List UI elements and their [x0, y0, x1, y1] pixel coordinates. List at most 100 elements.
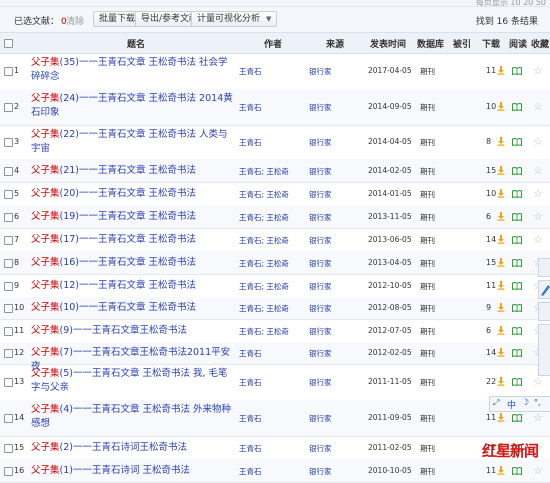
source-link[interactable]: 银行家: [309, 303, 332, 314]
col-title[interactable]: 题名: [127, 37, 145, 50]
row-checkbox[interactable]: [4, 259, 13, 268]
author-link[interactable]: 王青石; 王松奇: [239, 235, 289, 246]
batch-download-button[interactable]: 批量下载: [93, 11, 142, 27]
row-checkbox[interactable]: [4, 67, 13, 76]
select-all-checkbox[interactable]: [4, 39, 13, 48]
row-checkbox[interactable]: [4, 282, 13, 291]
row-checkbox[interactable]: [4, 103, 13, 112]
download-icon[interactable]: [497, 166, 505, 175]
row-checkbox[interactable]: [4, 213, 13, 222]
author-link[interactable]: 王青石: [239, 348, 262, 359]
ime-punct-toggle[interactable]: °,: [534, 398, 541, 407]
author-link[interactable]: 王青石; 王松奇: [239, 166, 289, 177]
author-link[interactable]: 王青石; 王松奇: [239, 303, 289, 314]
result-title-link[interactable]: 父子集(10)一一王青石文章 王松奇书法: [31, 301, 235, 315]
source-link[interactable]: 银行家: [309, 413, 332, 424]
favorite-star-icon[interactable]: ☆: [533, 234, 543, 245]
ime-chinese-toggle[interactable]: 中: [507, 398, 516, 411]
favorite-star-icon[interactable]: ☆: [533, 412, 543, 423]
source-link[interactable]: 银行家: [309, 466, 332, 477]
author-link[interactable]: 王青石: [239, 102, 262, 113]
col-database[interactable]: 数据库: [417, 37, 444, 50]
result-title-link[interactable]: 父子集(35)一一王青石文章 王松奇书法 社会学碎碎念: [31, 56, 235, 84]
result-title-link[interactable]: 父子集(1)一一王青石诗词 王松奇书法: [31, 464, 235, 478]
source-link[interactable]: 银行家: [309, 189, 332, 200]
favorite-star-icon[interactable]: ☆: [533, 165, 543, 176]
read-book-icon[interactable]: [512, 213, 522, 221]
favorite-star-icon[interactable]: ☆: [533, 211, 543, 222]
result-title-link[interactable]: 父子集(5)一一王青石文章 王松奇书法 我, 毛笔字与父亲: [31, 367, 235, 395]
side-tool-feedback[interactable]: [538, 258, 550, 277]
read-book-icon[interactable]: [512, 67, 522, 75]
source-link[interactable]: 银行家: [309, 281, 332, 292]
download-icon[interactable]: [497, 137, 505, 146]
source-link[interactable]: 银行家: [309, 66, 332, 77]
favorite-star-icon[interactable]: ☆: [533, 65, 543, 76]
author-link[interactable]: 王青石; 王松奇: [239, 212, 289, 223]
col-date[interactable]: 发表时间: [370, 37, 406, 50]
author-link[interactable]: 王青石: [239, 466, 262, 477]
source-link[interactable]: 银行家: [309, 166, 332, 177]
col-downloads[interactable]: 下载: [482, 37, 500, 50]
result-title-link[interactable]: 父子集(17)一一王青石文章 王松奇书法: [31, 233, 235, 247]
favorite-star-icon[interactable]: ☆: [533, 465, 543, 476]
read-book-icon[interactable]: [512, 349, 522, 357]
read-book-icon[interactable]: [512, 190, 522, 198]
author-link[interactable]: 王青石: [239, 377, 262, 388]
row-checkbox[interactable]: [4, 190, 13, 199]
download-icon[interactable]: [497, 235, 505, 244]
result-title-link[interactable]: 父子集(21)一一王青石文章 王松奇书法: [31, 164, 235, 178]
favorite-star-icon[interactable]: ☆: [533, 101, 543, 112]
download-icon[interactable]: [497, 413, 505, 422]
read-book-icon[interactable]: [512, 167, 522, 175]
download-icon[interactable]: [497, 348, 505, 357]
source-link[interactable]: 银行家: [309, 235, 332, 246]
read-book-icon[interactable]: [512, 103, 522, 111]
source-link[interactable]: 银行家: [309, 137, 332, 148]
result-title-link[interactable]: 父子集(2)一一王青石诗词王松奇书法: [31, 441, 235, 455]
download-icon[interactable]: [497, 258, 505, 267]
ime-arrow-icon[interactable]: ⤢: [493, 398, 499, 408]
read-book-icon[interactable]: [512, 304, 522, 312]
result-title-link[interactable]: 父子集(19)一一王青石文章 王松奇书法: [31, 210, 235, 224]
result-title-link[interactable]: 父子集(16)一一王青石文章 王松奇书法: [31, 256, 235, 270]
row-checkbox[interactable]: [4, 304, 13, 313]
author-link[interactable]: 王青石: [239, 413, 262, 424]
download-icon[interactable]: [497, 281, 505, 290]
author-link[interactable]: 王青石: [239, 443, 262, 454]
visual-analysis-dropdown[interactable]: 计量可视化分析 ▼: [191, 11, 278, 27]
author-link[interactable]: 王青石; 王松奇: [239, 258, 289, 269]
row-checkbox[interactable]: [4, 444, 13, 453]
row-checkbox[interactable]: [4, 138, 13, 147]
download-icon[interactable]: [497, 303, 505, 312]
favorite-star-icon[interactable]: ☆: [533, 188, 543, 199]
favorite-star-icon[interactable]: ☆: [533, 376, 543, 387]
row-checkbox[interactable]: [4, 378, 13, 387]
row-checkbox[interactable]: [4, 414, 13, 423]
col-author[interactable]: 作者: [264, 37, 282, 50]
source-link[interactable]: 银行家: [309, 326, 332, 337]
author-link[interactable]: 王青石; 王松奇: [239, 281, 289, 292]
download-icon[interactable]: [497, 102, 505, 111]
row-checkbox[interactable]: [4, 349, 13, 358]
download-icon[interactable]: [497, 377, 505, 386]
side-tool-edit[interactable]: [538, 280, 550, 299]
download-icon[interactable]: [497, 66, 505, 75]
result-title-link[interactable]: 父子集(4)一一王青石文章 王松奇书法 外来物种感想: [31, 403, 235, 431]
download-icon[interactable]: [497, 189, 505, 198]
source-link[interactable]: 银行家: [309, 102, 332, 113]
ime-moon-icon[interactable]: ☽: [521, 398, 529, 408]
source-link[interactable]: 银行家: [309, 443, 332, 454]
clear-selection-link[interactable]: 清除: [66, 14, 84, 27]
result-title-link[interactable]: 父子集(24)一一王青石文章 王松奇书法 2014黄石印象: [31, 92, 235, 120]
source-link[interactable]: 银行家: [309, 212, 332, 223]
row-checkbox[interactable]: [4, 236, 13, 245]
read-book-icon[interactable]: [512, 236, 522, 244]
source-link[interactable]: 银行家: [309, 258, 332, 269]
read-book-icon[interactable]: [512, 467, 522, 475]
author-link[interactable]: 王青石: [239, 66, 262, 77]
row-checkbox[interactable]: [4, 167, 13, 176]
col-cited[interactable]: 被引: [453, 37, 471, 50]
source-link[interactable]: 银行家: [309, 348, 332, 359]
author-link[interactable]: 王青石; 王松奇: [239, 326, 289, 337]
